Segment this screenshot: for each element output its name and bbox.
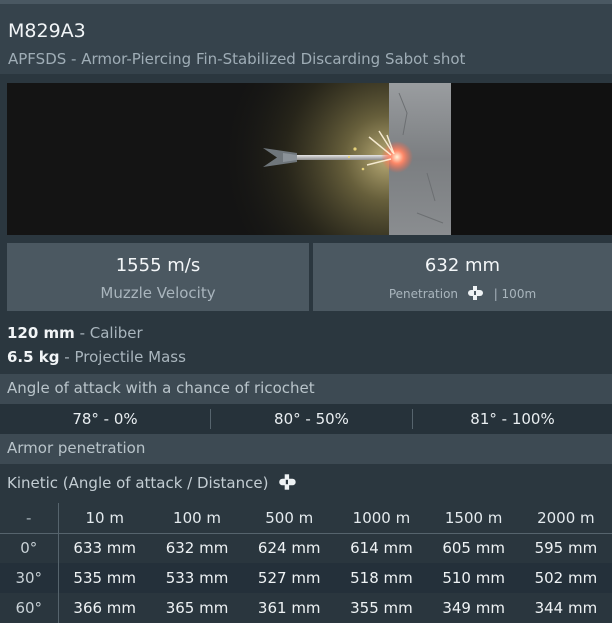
penetration-cell: 632 mm [165, 539, 229, 558]
muzzle-velocity-value: 1555 m/s [115, 255, 201, 276]
shell-type-description: APFSDS - Armor-Piercing Fin-Stabilized D… [8, 50, 466, 68]
shell-specs: 120 mm - Caliber 6.5 kg - Projectile Mas… [7, 321, 186, 369]
penetration-cell: 624 mm [257, 539, 321, 558]
muzzle-velocity-box: 1555 m/s Muzzle Velocity [7, 243, 309, 311]
penetration-cell: 633 mm [73, 539, 137, 558]
penetration-cell: 366 mm [73, 599, 137, 617]
penetration-cell: 510 mm [442, 569, 505, 587]
penetration-cell: 361 mm [257, 599, 321, 617]
penetration-cell: 535 mm [73, 569, 137, 587]
ricochet-cell: 81° - 100% [470, 410, 555, 428]
shell-icon [467, 286, 483, 300]
ricochet-cell: 80° - 50% [274, 410, 349, 428]
table-row: 30° 535 mm 533 mm 527 mm 518 mm 510 mm 5… [0, 563, 612, 593]
mass-label: - Projectile Mass [64, 348, 186, 366]
ricochet-heading: Angle of attack with a chance of ricoche… [7, 379, 315, 397]
penetration-cell: 344 mm [534, 599, 598, 617]
penetration-cell: 502 mm [534, 569, 598, 587]
distance-header: 100 m [150, 503, 244, 534]
penetration-cell: 518 mm [350, 569, 413, 587]
penetration-table: - 10 m 100 m 500 m 1000 m 1500 m 2000 m … [0, 503, 612, 623]
angle-cell: 30° [0, 563, 59, 593]
caliber-value: 120 mm [7, 324, 75, 342]
penetration-cell: 595 mm [534, 539, 598, 558]
penetration-cell: 533 mm [165, 569, 229, 587]
penetration-caption: Penetration | 100m [313, 286, 612, 301]
shell-icon [279, 474, 296, 490]
distance-header: 10 m [58, 503, 151, 534]
penetration-cell: 355 mm [350, 599, 413, 617]
penetration-label: Penetration [388, 287, 459, 301]
mass-row: 6.5 kg - Projectile Mass [7, 345, 186, 369]
penetration-cell: 614 mm [350, 539, 413, 558]
angle-cell: 60° [0, 593, 59, 623]
armor-section-header: Armor penetration [0, 434, 612, 464]
table-row: 60° 366 mm 365 mm 361 mm 355 mm 349 mm 3… [0, 593, 612, 623]
shell-header: M829A3 APFSDS - Armor-Piercing Fin-Stabi… [0, 0, 612, 74]
kinetic-caption: Kinetic (Angle of attack / Distance) [7, 474, 299, 492]
ricochet-cell: 78° - 0% [72, 410, 138, 428]
penetration-box: 632 mm Penetration | 100m [313, 243, 612, 311]
muzzle-velocity-label: Muzzle Velocity [100, 284, 216, 302]
penetration-distance: | 100m [493, 287, 537, 301]
distance-header: 1500 m [427, 503, 520, 534]
distance-header: 2000 m [519, 503, 612, 534]
penetration-cell: 365 mm [165, 599, 229, 617]
shell-impact-preview [7, 83, 612, 235]
shell-info-card: M829A3 APFSDS - Armor-Piercing Fin-Stabi… [0, 0, 612, 623]
angle-cell: 0° [0, 533, 59, 563]
kinetic-label: Kinetic (Angle of attack / Distance) [7, 474, 269, 492]
ricochet-row: 78° - 0% 80° - 50% 81° - 100% [0, 404, 612, 434]
penetration-cell: 605 mm [442, 539, 505, 558]
armor-heading: Armor penetration [7, 439, 146, 457]
penetration-cell: 349 mm [442, 599, 505, 617]
distance-header: 1000 m [335, 503, 428, 534]
shell-name: M829A3 [8, 20, 86, 42]
table-corner: - [0, 503, 59, 534]
caliber-row: 120 mm - Caliber [7, 321, 186, 345]
table-header-row: - 10 m 100 m 500 m 1000 m 1500 m 2000 m [0, 503, 612, 534]
distance-header: 500 m [243, 503, 336, 534]
mass-value: 6.5 kg [7, 348, 60, 366]
impact-illustration [7, 83, 612, 235]
penetration-cell: 527 mm [257, 569, 321, 587]
caliber-label: - Caliber [79, 324, 143, 342]
table-row: 0° 633 mm 632 mm 624 mm 614 mm 605 mm 59… [0, 533, 612, 563]
ricochet-section-header: Angle of attack with a chance of ricoche… [0, 374, 612, 404]
penetration-value: 632 mm [424, 255, 501, 276]
